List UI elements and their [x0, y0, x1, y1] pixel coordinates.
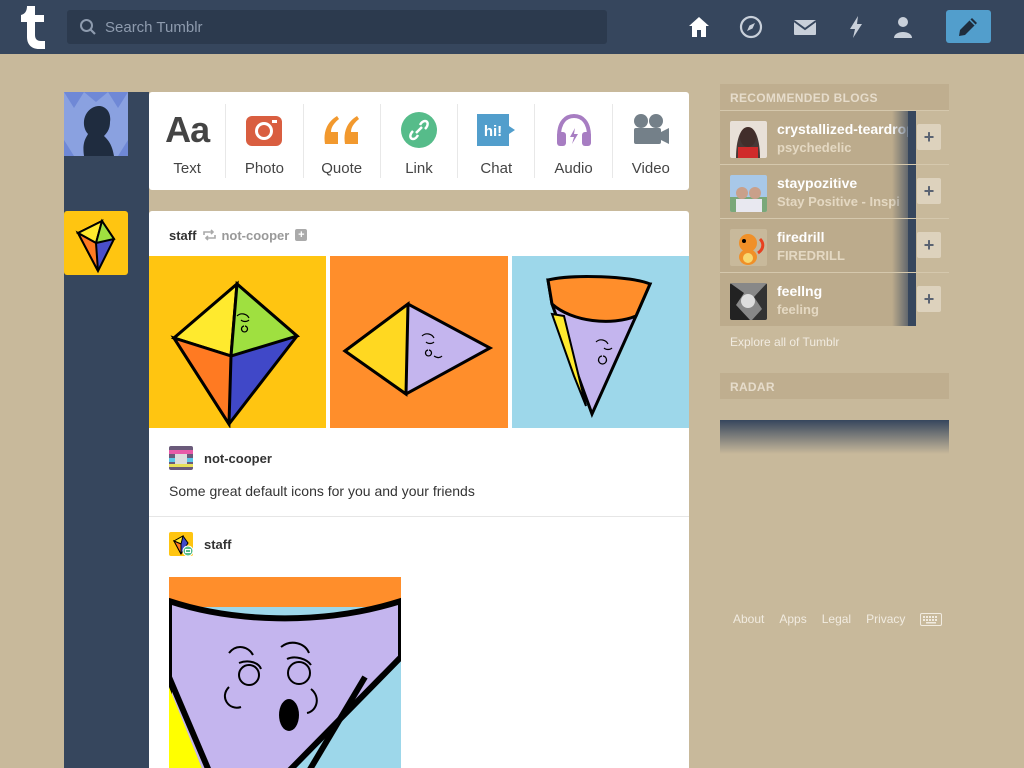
dashboard-rail [64, 92, 149, 768]
post-type-text[interactable]: Aa Text [149, 104, 227, 178]
plus-icon: + [917, 124, 941, 150]
blog-subtitle: FIREDRILL [777, 248, 845, 263]
photoset-image[interactable] [512, 256, 689, 428]
home-icon[interactable] [686, 14, 712, 40]
headphones-icon [556, 113, 591, 146]
search-bar[interactable] [67, 10, 607, 44]
post-type-label: Video [631, 160, 670, 177]
camera-icon [246, 116, 283, 146]
explore-all-link[interactable]: Explore all of Tumblr [730, 335, 839, 349]
post-type-video[interactable]: Video [613, 104, 689, 178]
trail-item-header: staff [169, 532, 231, 556]
plus-icon: + [917, 232, 941, 258]
footer-link-about[interactable]: About [733, 612, 764, 626]
blog-name: feellng [777, 283, 823, 299]
recommended-blog-item[interactable]: crystallized-teardrop psychedelic + [720, 110, 949, 164]
video-camera-icon [633, 114, 669, 144]
footer: About Apps Legal Privacy [733, 612, 943, 626]
explore-compass-icon[interactable] [738, 14, 764, 40]
post-type-photo[interactable]: Photo [226, 104, 304, 178]
recommended-blog-item[interactable]: staypozitive Stay Positive - Inspi + [720, 164, 949, 218]
post-type-label: Link [405, 160, 433, 177]
photoset-image[interactable] [330, 256, 508, 428]
blog-avatar[interactable] [730, 229, 767, 266]
chat-bubble-icon: hi! [477, 114, 516, 146]
reblog-icon [203, 229, 217, 241]
post-image[interactable] [169, 577, 401, 768]
footer-link-privacy[interactable]: Privacy [866, 612, 905, 626]
post-header: staff not-cooper + [169, 227, 308, 243]
footer-link-legal[interactable]: Legal [822, 612, 851, 626]
keyboard-shortcuts-icon[interactable] [920, 612, 943, 626]
post-type-label: Quote [321, 160, 363, 177]
photoset-image[interactable] [149, 256, 326, 428]
quote-marks-icon [324, 116, 359, 144]
follow-blog-button[interactable]: + [916, 219, 949, 272]
blog-subtitle: psychedelic [777, 140, 852, 155]
post-author-link[interactable]: staff [169, 228, 196, 243]
blog-subtitle: feeling [777, 302, 819, 317]
search-icon [80, 19, 96, 35]
pencil-icon [959, 18, 977, 36]
recommended-blogs-heading: RECOMMENDED BLOGS [720, 84, 949, 110]
staff-avatar[interactable] [64, 211, 128, 275]
post-type-link[interactable]: Link [381, 104, 459, 178]
blog-subtitle: Stay Positive - Inspi [777, 194, 900, 209]
recommended-blog-item[interactable]: firedrill FIREDRILL + [720, 218, 949, 272]
plus-icon: + [917, 286, 941, 312]
recommended-blogs-list: crystallized-teardrop psychedelic + stay… [720, 110, 949, 326]
follow-blog-button[interactable]: + [916, 273, 949, 326]
trail-avatar[interactable] [169, 532, 193, 556]
blog-avatar[interactable] [730, 283, 767, 320]
search-input[interactable] [105, 10, 595, 44]
footer-link-apps[interactable]: Apps [779, 612, 806, 626]
dashboard-post: staff not-cooper + not-cooper Some great… [149, 211, 689, 768]
trail-body-text: Some great default icons for you and you… [169, 483, 475, 499]
post-type-label: Audio [554, 160, 593, 177]
tumblr-logo-icon[interactable] [14, 4, 52, 50]
radar-heading: RADAR [720, 373, 949, 399]
chat-glyph: hi! [484, 123, 502, 140]
post-type-label: Photo [244, 160, 285, 177]
plus-icon: + [917, 178, 941, 204]
trail-blog-link[interactable]: not-cooper [204, 451, 272, 466]
reblog-source-link[interactable]: not-cooper [221, 228, 289, 243]
follow-blog-button[interactable]: + [916, 111, 949, 164]
post-type-chat[interactable]: hi! Chat [458, 104, 536, 178]
activity-lightning-icon[interactable] [843, 14, 869, 40]
post-type-bar: Aa Text Photo Quote Link hi! Chat Audio … [149, 92, 689, 190]
trail-blog-link[interactable]: staff [204, 537, 231, 552]
link-chain-icon [400, 112, 437, 148]
account-person-icon[interactable] [890, 14, 916, 40]
blog-name: firedrill [777, 229, 825, 245]
text-aa-icon: Aa [165, 109, 210, 150]
follow-blog-button[interactable]: + [916, 165, 949, 218]
blog-name: staypozitive [777, 175, 858, 191]
follow-plus-icon[interactable]: + [295, 229, 308, 241]
compose-post-button[interactable] [946, 10, 991, 43]
blog-avatar[interactable] [730, 121, 767, 158]
post-type-label: Text [173, 160, 201, 177]
post-type-quote[interactable]: Quote [304, 104, 381, 178]
trail-divider [149, 516, 689, 517]
radar-content[interactable] [720, 420, 949, 454]
post-type-audio[interactable]: Audio [535, 104, 613, 178]
post-type-label: Chat [480, 160, 513, 177]
my-avatar[interactable] [64, 92, 128, 156]
recommended-blog-item[interactable]: feellng feeling + [720, 272, 949, 326]
top-nav-bar [0, 0, 1024, 54]
trail-avatar[interactable] [169, 446, 193, 470]
blog-avatar[interactable] [730, 175, 767, 212]
inbox-mail-icon[interactable] [792, 14, 818, 40]
trail-item-header: not-cooper [169, 446, 272, 470]
